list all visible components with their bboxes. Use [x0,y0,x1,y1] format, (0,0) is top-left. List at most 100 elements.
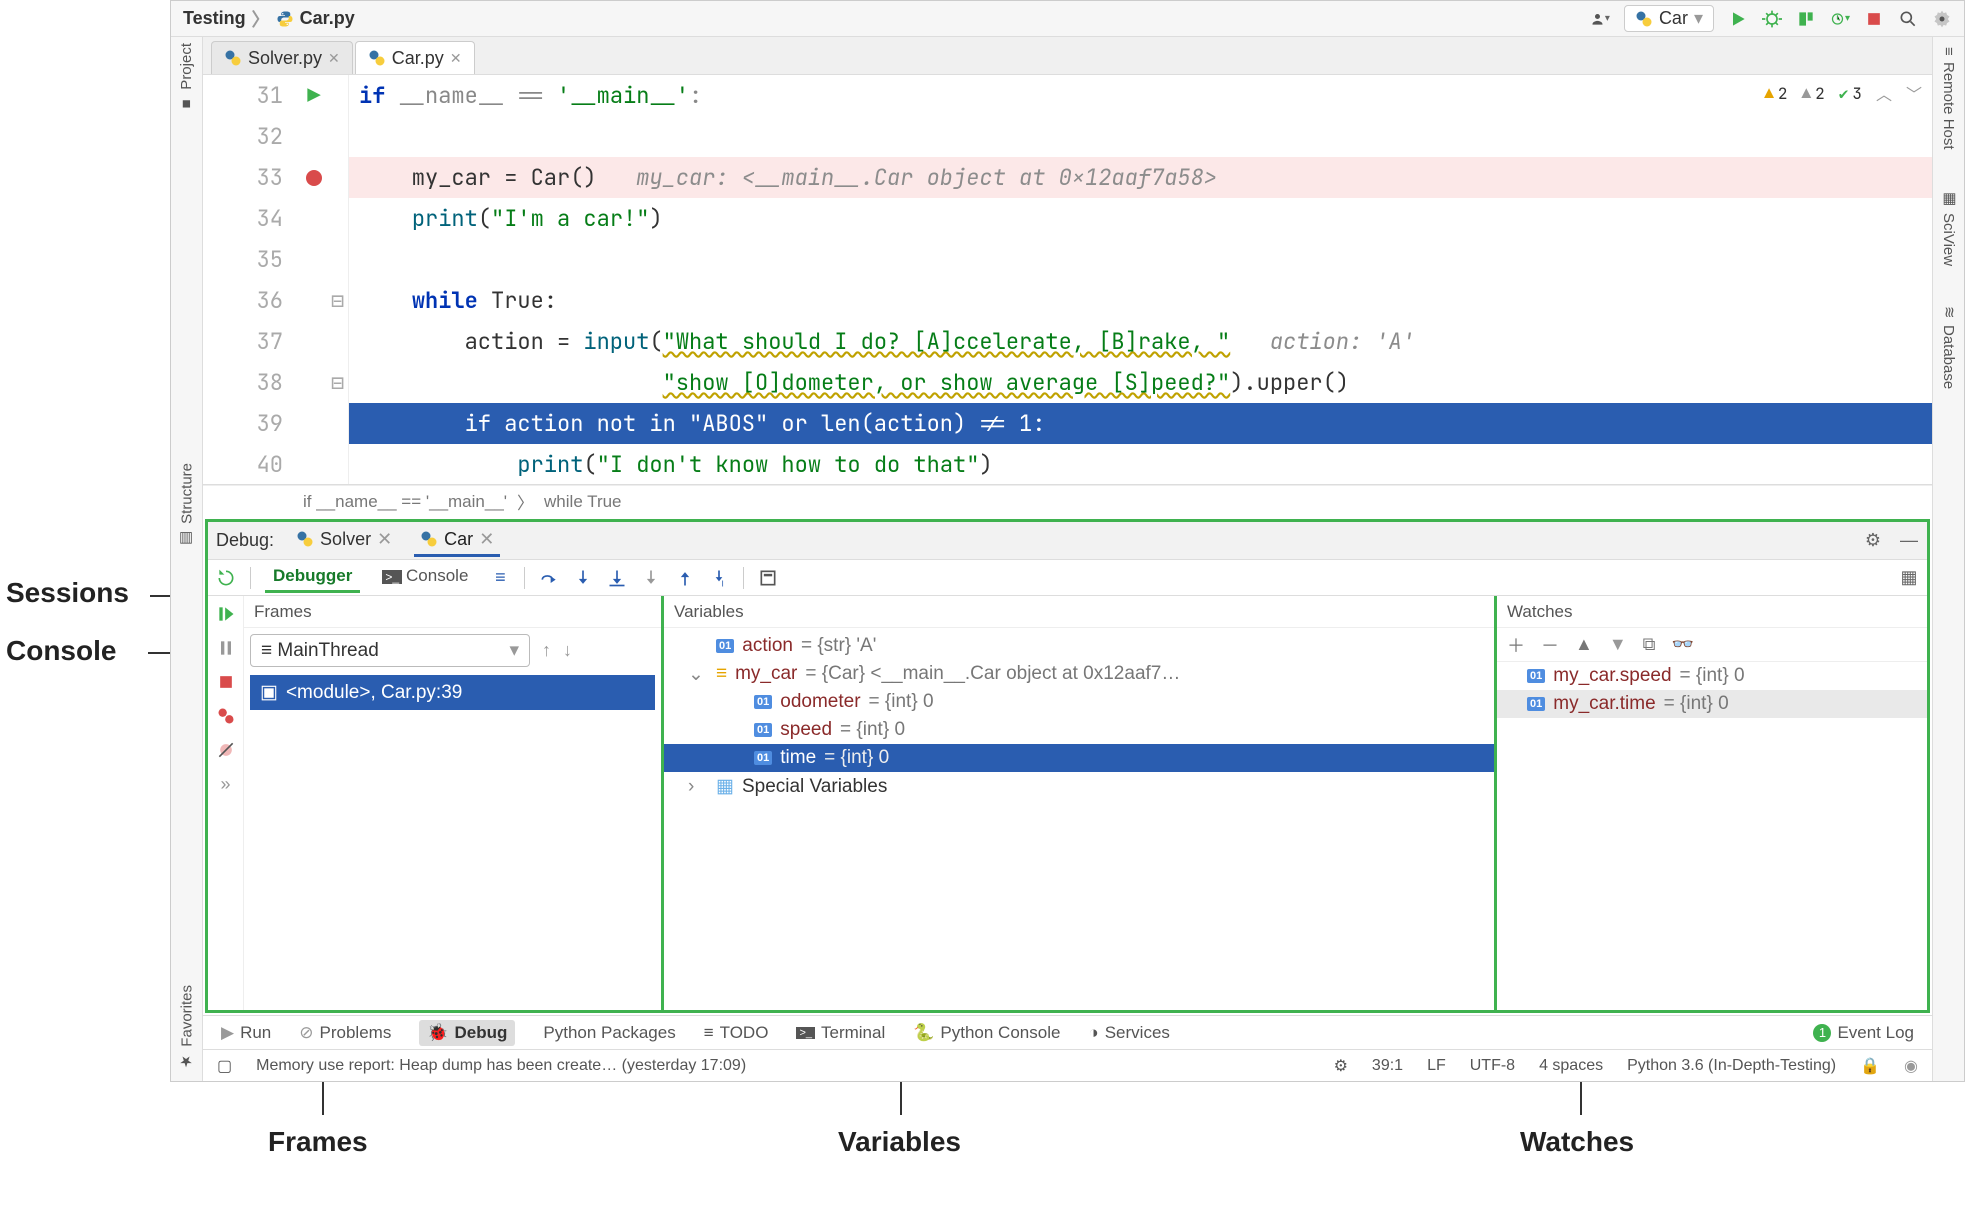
status-indent[interactable]: 4 spaces [1539,1057,1603,1075]
gear-icon[interactable]: ⚙ [1863,531,1883,551]
frames-title: Frames [244,596,661,628]
status-message[interactable]: Memory use report: Heap dump has been cr… [256,1057,746,1075]
frame-icon: ▣ [260,681,278,704]
status-caret-pos[interactable]: 39:1 [1372,1057,1403,1075]
session-tab-solver[interactable]: Solver ✕ [290,525,398,557]
variable-row[interactable]: › ▦ Special Variables [664,772,1494,801]
code-breadcrumb[interactable]: if __name__ == '__main__'〉while True [203,485,1932,517]
run-icon[interactable] [1728,9,1748,29]
threads-icon[interactable]: ≡ [490,568,510,588]
status-inspector-icon[interactable]: ◉ [1904,1056,1918,1076]
editor-tab-car[interactable]: Car.py ✕ [355,41,475,74]
profile-icon[interactable]: ▾ [1830,9,1850,29]
lock-icon[interactable]: 🔒 [1860,1056,1880,1076]
tool-favorites[interactable]: ★Favorites [178,985,196,1071]
tool-services[interactable]: ◑Services [1088,1023,1169,1043]
force-step-into-icon[interactable] [641,568,661,588]
evaluate-icon[interactable] [758,568,778,588]
variable-row[interactable]: 01 speed = {int} 0 [664,716,1494,744]
stop-icon[interactable] [216,672,236,692]
breakpoint-gutter[interactable]: ▶ [301,75,327,484]
glasses-icon[interactable]: 👓 [1672,634,1694,655]
debugger-tab[interactable]: Debugger [265,562,360,593]
remove-watch-icon[interactable]: － [1541,632,1559,658]
mute-breakpoints-icon[interactable] [216,740,236,760]
status-tool-icon[interactable]: ▢ [217,1056,232,1076]
python-file-icon [224,49,242,67]
search-icon[interactable] [1898,9,1918,29]
close-icon[interactable]: ✕ [328,50,340,67]
inspection-summary[interactable]: ▲2 ▲2 ✔3 ︿ ﹀ [1764,81,1922,105]
run-gutter-icon[interactable]: ▶ [307,75,320,116]
variable-row[interactable]: 01 odometer = {int} 0 [664,688,1494,716]
coverage-icon[interactable] [1796,9,1816,29]
console-tab[interactable]: >_Console [374,562,476,593]
resume-icon[interactable] [216,604,236,624]
stack-frame[interactable]: ▣ <module>, Car.py:39 [250,675,655,710]
close-icon[interactable]: ✕ [450,50,462,67]
breakpoint-icon[interactable] [306,170,322,186]
view-breakpoints-icon[interactable] [216,706,236,726]
step-into-my-icon[interactable] [607,568,627,588]
next-frame-icon[interactable]: ↓ [563,640,572,661]
tab-label: Car.py [392,48,444,69]
next-highlight-icon[interactable]: ﹀ [1906,81,1922,105]
move-up-icon[interactable]: ▲ [1575,634,1593,655]
user-icon[interactable]: ▾ [1590,9,1610,29]
tool-todo[interactable]: ≡TODO [704,1023,769,1043]
tool-problems[interactable]: ⊘Problems [299,1023,391,1043]
expand-icon[interactable]: › [688,776,694,798]
layout-icon[interactable]: ▦ [1899,568,1919,588]
prev-frame-icon[interactable]: ↑ [542,640,551,661]
debug-icon[interactable] [1762,9,1782,29]
code-editor[interactable]: 31 32 33 34 35 36 37 38 39 40 ▶ [203,75,1932,485]
tool-debug[interactable]: 🐞Debug [419,1020,515,1046]
pause-icon[interactable] [216,638,236,658]
move-down-icon[interactable]: ▼ [1609,634,1627,655]
close-icon[interactable]: ✕ [377,529,392,550]
minimize-icon[interactable]: — [1899,531,1919,551]
breadcrumb-project[interactable]: Testing [183,8,246,29]
stop-icon[interactable] [1864,9,1884,29]
copy-icon[interactable]: ⧉ [1643,634,1656,655]
variable-row[interactable]: ⌄ ≡ my_car = {Car} <__main__.Car object … [664,660,1494,688]
session-tab-car[interactable]: Car ✕ [414,525,500,557]
run-to-cursor-icon[interactable]: I [709,568,729,588]
tool-run[interactable]: ▶Run [221,1023,271,1043]
step-over-icon[interactable] [539,568,559,588]
watch-row[interactable]: 01 my_car.speed = {int} 0 [1497,662,1927,690]
watch-row[interactable]: 01 my_car.time = {int} 0 [1497,690,1927,718]
status-admin-icon[interactable]: ⚙ [1334,1056,1348,1076]
variable-row[interactable]: 01 action = {str} 'A' [664,632,1494,660]
value-badge-icon: 01 [1527,697,1545,711]
run-config-name: Car [1659,8,1688,29]
run-config-selector[interactable]: Car ▾ [1624,5,1714,32]
thread-selector[interactable]: ≡ MainThread ▾ [250,634,530,667]
prev-highlight-icon[interactable]: ︿ [1876,81,1892,105]
tool-database[interactable]: ≋Database [1940,306,1958,389]
step-out-icon[interactable] [675,568,695,588]
tool-python-packages[interactable]: Python Packages [543,1023,675,1043]
fold-gutter[interactable]: ⊟⊟ [327,75,349,484]
rerun-icon[interactable] [216,568,236,588]
step-into-icon[interactable] [573,568,593,588]
more-icon[interactable]: » [216,774,236,794]
status-encoding[interactable]: UTF-8 [1470,1057,1515,1075]
tool-structure[interactable]: ▥Structure [178,463,196,548]
tool-remote-host[interactable]: ≡Remote Host [1940,47,1957,149]
editor-tab-solver[interactable]: Solver.py ✕ [211,41,353,74]
add-watch-icon[interactable]: ＋ [1507,632,1525,658]
tool-event-log[interactable]: 1Event Log [1813,1023,1914,1043]
close-icon[interactable]: ✕ [479,529,494,550]
gear-icon[interactable] [1932,9,1952,29]
status-sdk[interactable]: Python 3.6 (In-Depth-Testing) [1627,1057,1836,1075]
code-area[interactable]: if __name__ == '__main__': my_car = Car(… [349,75,1932,484]
tool-sciview[interactable]: ▦SciView [1940,189,1958,266]
status-line-sep[interactable]: LF [1427,1057,1446,1075]
expand-icon[interactable]: ⌄ [688,663,704,686]
variable-row[interactable]: 01 time = {int} 0 [664,744,1494,772]
breadcrumb-file[interactable]: Car.py [300,8,355,29]
tool-python-console[interactable]: 🐍Python Console [913,1023,1060,1043]
tool-project[interactable]: ■Project [178,43,195,113]
tool-terminal[interactable]: >_Terminal [796,1023,885,1043]
